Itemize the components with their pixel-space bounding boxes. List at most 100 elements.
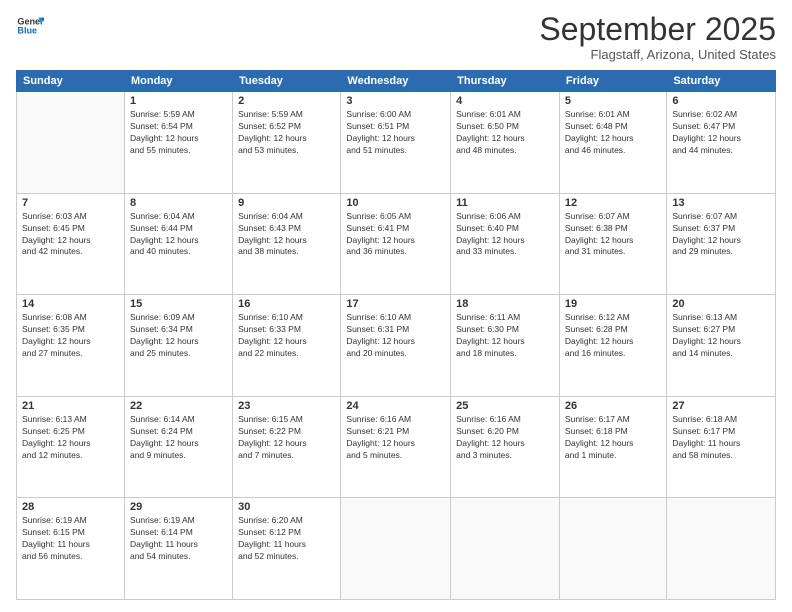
day-info: Sunrise: 6:07 AM Sunset: 6:38 PM Dayligh… xyxy=(565,211,661,259)
calendar-cell: 3 Sunrise: 6:00 AM Sunset: 6:51 PM Daylig… xyxy=(341,92,451,194)
day-info: Sunrise: 6:11 AM Sunset: 6:30 PM Dayligh… xyxy=(456,312,554,360)
calendar-cell: 19Sunrise: 6:12 AM Sunset: 6:28 PM Dayli… xyxy=(559,295,666,397)
day-info: Sunrise: 6:04 AM Sunset: 6:44 PM Dayligh… xyxy=(130,211,227,259)
weekday-header-monday: Monday xyxy=(124,71,232,92)
day-number: 24 xyxy=(346,400,445,412)
calendar-cell: 17 Sunrise: 6:10 AM Sunset: 6:31 PM Dayli… xyxy=(341,295,451,397)
calendar-cell xyxy=(559,498,666,600)
day-number: 26 xyxy=(565,400,661,412)
day-info: Sunrise: 6:13 AM Sunset: 6:25 PM Dayligh… xyxy=(22,414,119,462)
weekday-header-tuesday: Tuesday xyxy=(233,71,341,92)
svg-text:Blue: Blue xyxy=(17,26,37,36)
day-info: Sunrise: 6:03 AM Sunset: 6:45 PM Dayligh… xyxy=(22,211,119,259)
day-info: Sunrise: 6:01 AM Sunset: 6:50 PM Dayligh… xyxy=(456,109,554,157)
calendar-cell: 26 Sunrise: 6:17 AM Sunset: 6:18 PM Dayli… xyxy=(559,396,666,498)
day-info: Sunrise: 5:59 AM Sunset: 6:54 PM Dayligh… xyxy=(130,109,227,157)
day-info: Sunrise: 5:59 AM Sunset: 6:52 PM Dayligh… xyxy=(238,109,335,157)
day-number: 27 xyxy=(672,400,770,412)
day-info: Sunrise: 6:13 AM Sunset: 6:27 PM Dayligh… xyxy=(672,312,770,360)
calendar-cell: 22 Sunrise: 6:14 AM Sunset: 6:24 PM Dayli… xyxy=(124,396,232,498)
page-header: General Blue September 2025 Flagstaff, A… xyxy=(16,12,776,62)
calendar-cell: 14 Sunrise: 6:08 AM Sunset: 6:35 PM Dayli… xyxy=(17,295,125,397)
calendar-week-4: 21 Sunrise: 6:13 AM Sunset: 6:25 PM Dayli… xyxy=(17,396,776,498)
day-info: Sunrise: 6:19 AM Sunset: 6:14 PM Dayligh… xyxy=(130,515,227,563)
day-info: Sunrise: 6:18 AM Sunset: 6:17 PM Dayligh… xyxy=(672,414,770,462)
weekday-header-sunday: Sunday xyxy=(17,71,125,92)
title-area: September 2025 Flagstaff, Arizona, Unite… xyxy=(539,12,776,62)
day-info: Sunrise: 6:05 AM Sunset: 6:41 PM Dayligh… xyxy=(346,211,445,259)
day-info: Sunrise: 6:10 AM Sunset: 6:33 PM Dayligh… xyxy=(238,312,335,360)
day-number: 28 xyxy=(22,501,119,513)
weekday-header-wednesday: Wednesday xyxy=(341,71,451,92)
calendar-cell: 10 Sunrise: 6:05 AM Sunset: 6:41 PM Dayli… xyxy=(341,193,451,295)
day-number: 20 xyxy=(672,298,770,310)
day-number: 11 xyxy=(456,197,554,209)
day-number: 22 xyxy=(130,400,227,412)
day-info: Sunrise: 6:14 AM Sunset: 6:24 PM Dayligh… xyxy=(130,414,227,462)
day-info: Sunrise: 6:02 AM Sunset: 6:47 PM Dayligh… xyxy=(672,109,770,157)
day-info: Sunrise: 6:12 AM Sunset: 6:28 PM Dayligh… xyxy=(565,312,661,360)
calendar-cell: 2Sunrise: 5:59 AM Sunset: 6:52 PM Daylig… xyxy=(233,92,341,194)
day-number: 30 xyxy=(238,501,335,513)
calendar-cell: 9 Sunrise: 6:04 AM Sunset: 6:43 PM Daylig… xyxy=(233,193,341,295)
calendar-cell xyxy=(451,498,560,600)
calendar-cell: 27 Sunrise: 6:18 AM Sunset: 6:17 PM Dayli… xyxy=(667,396,776,498)
calendar-cell xyxy=(17,92,125,194)
day-info: Sunrise: 6:01 AM Sunset: 6:48 PM Dayligh… xyxy=(565,109,661,157)
day-info: Sunrise: 6:00 AM Sunset: 6:51 PM Dayligh… xyxy=(346,109,445,157)
day-info: Sunrise: 6:16 AM Sunset: 6:20 PM Dayligh… xyxy=(456,414,554,462)
calendar-week-2: 7 Sunrise: 6:03 AM Sunset: 6:45 PM Daylig… xyxy=(17,193,776,295)
day-number: 7 xyxy=(22,197,119,209)
calendar-cell: 30 Sunrise: 6:20 AM Sunset: 6:12 PM Dayli… xyxy=(233,498,341,600)
calendar-cell: 18Sunrise: 6:11 AM Sunset: 6:30 PM Dayli… xyxy=(451,295,560,397)
weekday-header-row: SundayMondayTuesdayWednesdayThursdayFrid… xyxy=(17,71,776,92)
calendar-cell: 29Sunrise: 6:19 AM Sunset: 6:14 PM Dayli… xyxy=(124,498,232,600)
day-number: 5 xyxy=(565,95,661,107)
day-info: Sunrise: 6:08 AM Sunset: 6:35 PM Dayligh… xyxy=(22,312,119,360)
calendar-cell xyxy=(341,498,451,600)
day-number: 12 xyxy=(565,197,661,209)
calendar-cell: 6 Sunrise: 6:02 AM Sunset: 6:47 PM Daylig… xyxy=(667,92,776,194)
calendar-cell: 21 Sunrise: 6:13 AM Sunset: 6:25 PM Dayli… xyxy=(17,396,125,498)
calendar-cell: 25 Sunrise: 6:16 AM Sunset: 6:20 PM Dayli… xyxy=(451,396,560,498)
calendar-cell: 1 Sunrise: 5:59 AM Sunset: 6:54 PM Daylig… xyxy=(124,92,232,194)
day-info: Sunrise: 6:16 AM Sunset: 6:21 PM Dayligh… xyxy=(346,414,445,462)
day-number: 6 xyxy=(672,95,770,107)
day-info: Sunrise: 6:06 AM Sunset: 6:40 PM Dayligh… xyxy=(456,211,554,259)
day-number: 9 xyxy=(238,197,335,209)
calendar-cell: 12 Sunrise: 6:07 AM Sunset: 6:38 PM Dayli… xyxy=(559,193,666,295)
calendar-cell: 20 Sunrise: 6:13 AM Sunset: 6:27 PM Dayli… xyxy=(667,295,776,397)
day-number: 15 xyxy=(130,298,227,310)
calendar-cell: 23 Sunrise: 6:15 AM Sunset: 6:22 PM Dayli… xyxy=(233,396,341,498)
calendar-cell: 5 Sunrise: 6:01 AM Sunset: 6:48 PM Daylig… xyxy=(559,92,666,194)
day-info: Sunrise: 6:17 AM Sunset: 6:18 PM Dayligh… xyxy=(565,414,661,462)
calendar-cell: 11 Sunrise: 6:06 AM Sunset: 6:40 PM Dayli… xyxy=(451,193,560,295)
day-info: Sunrise: 6:20 AM Sunset: 6:12 PM Dayligh… xyxy=(238,515,335,563)
logo: General Blue xyxy=(16,12,44,40)
calendar-cell: 7 Sunrise: 6:03 AM Sunset: 6:45 PM Daylig… xyxy=(17,193,125,295)
calendar-cell: 24 Sunrise: 6:16 AM Sunset: 6:21 PM Dayli… xyxy=(341,396,451,498)
day-number: 21 xyxy=(22,400,119,412)
location-subtitle: Flagstaff, Arizona, United States xyxy=(539,47,776,62)
day-number: 25 xyxy=(456,400,554,412)
day-info: Sunrise: 6:10 AM Sunset: 6:31 PM Dayligh… xyxy=(346,312,445,360)
logo-icon: General Blue xyxy=(16,12,44,40)
day-info: Sunrise: 6:04 AM Sunset: 6:43 PM Dayligh… xyxy=(238,211,335,259)
calendar-cell: 8 Sunrise: 6:04 AM Sunset: 6:44 PM Daylig… xyxy=(124,193,232,295)
day-number: 17 xyxy=(346,298,445,310)
calendar-table: SundayMondayTuesdayWednesdayThursdayFrid… xyxy=(16,70,776,600)
weekday-header-thursday: Thursday xyxy=(451,71,560,92)
day-number: 16 xyxy=(238,298,335,310)
day-number: 23 xyxy=(238,400,335,412)
day-number: 13 xyxy=(672,197,770,209)
day-number: 1 xyxy=(130,95,227,107)
day-number: 8 xyxy=(130,197,227,209)
day-number: 14 xyxy=(22,298,119,310)
calendar-cell: 4Sunrise: 6:01 AM Sunset: 6:50 PM Daylig… xyxy=(451,92,560,194)
day-number: 10 xyxy=(346,197,445,209)
day-info: Sunrise: 6:07 AM Sunset: 6:37 PM Dayligh… xyxy=(672,211,770,259)
day-info: Sunrise: 6:19 AM Sunset: 6:15 PM Dayligh… xyxy=(22,515,119,563)
calendar-cell: 28 Sunrise: 6:19 AM Sunset: 6:15 PM Dayli… xyxy=(17,498,125,600)
day-info: Sunrise: 6:15 AM Sunset: 6:22 PM Dayligh… xyxy=(238,414,335,462)
day-number: 3 xyxy=(346,95,445,107)
